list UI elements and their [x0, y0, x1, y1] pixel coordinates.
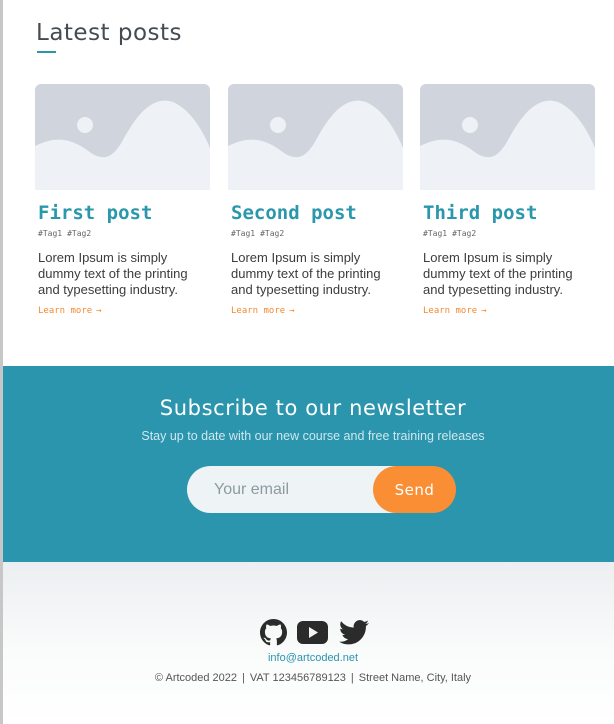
post-card: First post #Tag1 #Tag2 Lorem Ipsum is sim…: [35, 84, 210, 316]
github-link[interactable]: [260, 619, 287, 646]
image-placeholder-icon: [228, 84, 403, 190]
image-placeholder-icon: [35, 84, 210, 190]
github-icon: [260, 619, 287, 646]
newsletter-section: Subscribe to our newsletter Stay up to d…: [3, 366, 614, 562]
youtube-icon: [297, 621, 328, 644]
post-tags: #Tag1 #Tag2: [423, 229, 481, 238]
post-card: Second post #Tag1 #Tag2 Lorem Ipsum is si…: [228, 84, 403, 316]
window-frame-edge: [0, 0, 3, 724]
section-title: Latest posts: [36, 20, 183, 46]
post-tag[interactable]: #Tag2: [260, 229, 284, 238]
vat-text: VAT 123456789123: [249, 672, 346, 684]
post-tag[interactable]: #Tag2: [67, 229, 91, 238]
arrow-right-icon: →: [481, 306, 487, 316]
post-title[interactable]: Third post: [423, 202, 537, 224]
twitter-link[interactable]: [339, 620, 369, 645]
arrow-right-icon: →: [289, 306, 295, 316]
send-button[interactable]: Send: [373, 466, 456, 513]
newsletter-title: Subscribe to our newsletter: [159, 396, 467, 420]
post-tags: #Tag1 #Tag2: [231, 229, 289, 238]
post-tag[interactable]: #Tag2: [452, 229, 476, 238]
arrow-right-icon: →: [96, 306, 102, 316]
newsletter-form: Send: [187, 466, 457, 513]
footer: info@artcoded.net © Artcoded 2022 | VAT 12…: [3, 562, 614, 724]
footer-legal: © Artcoded 2022 | VAT 123456789123 | Street …: [3, 672, 614, 684]
newsletter-subtitle: Stay up to date with our new course and …: [141, 429, 485, 443]
post-excerpt: Lorem Ipsum is simply dummy text of the …: [231, 250, 381, 297]
twitter-icon: [339, 620, 369, 645]
post-image[interactable]: [35, 84, 210, 190]
learn-more-link[interactable]: Learn more →: [423, 306, 487, 316]
learn-more-label: Learn more: [423, 306, 478, 316]
post-tag[interactable]: #Tag1: [231, 229, 255, 238]
contact-email-link[interactable]: info@artcoded.net: [3, 652, 614, 664]
learn-more-link[interactable]: Learn more →: [231, 306, 295, 316]
latest-posts-section: Latest posts First post #Tag1 #Tag2 Lorem…: [3, 0, 614, 366]
post-excerpt: Lorem Ipsum is simply dummy text of the …: [423, 250, 573, 297]
post-card: Third post #Tag1 #Tag2 Lorem Ipsum is sim…: [420, 84, 595, 316]
copyright-text: © Artcoded 2022: [154, 672, 238, 684]
separator: |: [350, 672, 354, 684]
post-image[interactable]: [228, 84, 403, 190]
post-image[interactable]: [420, 84, 595, 190]
post-tag[interactable]: #Tag1: [38, 229, 62, 238]
learn-more-link[interactable]: Learn more →: [38, 306, 102, 316]
address-text: Street Name, City, Italy: [358, 672, 472, 684]
post-tag[interactable]: #Tag1: [423, 229, 447, 238]
youtube-link[interactable]: [297, 621, 328, 644]
post-tags: #Tag1 #Tag2: [38, 229, 96, 238]
image-placeholder-icon: [420, 84, 595, 190]
learn-more-label: Learn more: [231, 306, 286, 316]
post-title[interactable]: Second post: [231, 202, 357, 224]
post-title[interactable]: First post: [38, 202, 152, 224]
title-underline: [37, 51, 56, 53]
learn-more-label: Learn more: [38, 306, 93, 316]
separator: |: [242, 672, 245, 684]
post-excerpt: Lorem Ipsum is simply dummy text of the …: [38, 250, 188, 297]
